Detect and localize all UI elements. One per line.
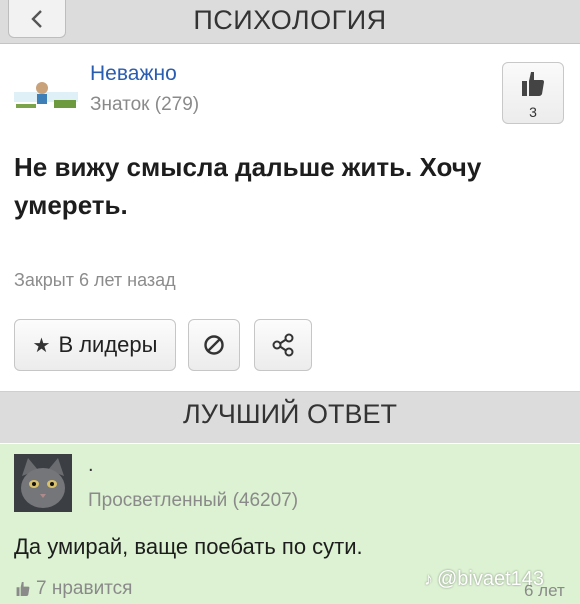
like-count: 3 (529, 104, 537, 120)
answer-author-name[interactable]: . (88, 454, 94, 477)
star-icon: ★ (32, 334, 51, 357)
answer-like-button[interactable]: 7 нравится (16, 578, 132, 600)
question-text: Не вижу смысла дальше жить. Хочу умереть… (14, 152, 482, 220)
watermark: ♪ @bivaet143 (424, 568, 544, 591)
best-answer-header: ЛУЧШИЙ ОТВЕТ (0, 391, 580, 443)
answer-author-avatar[interactable] (14, 454, 72, 512)
share-icon (272, 333, 294, 357)
tiktok-icon: ♪ (424, 569, 433, 589)
answer-author-rank: Просветленный (46207) (88, 490, 299, 511)
best-answer: . Просветленный (46207) Да умирай, ваще … (0, 444, 580, 604)
share-button[interactable] (254, 319, 312, 371)
best-answer-title: ЛУЧШИЙ ОТВЕТ (183, 399, 397, 429)
top-bar: ПСИХОЛОГИЯ (0, 0, 580, 44)
like-button[interactable]: 3 (502, 62, 564, 124)
author-avatar[interactable] (14, 58, 78, 120)
question-status: Закрыт 6 лет назад (14, 270, 176, 290)
page-title: ПСИХОЛОГИЯ (193, 5, 387, 35)
author-rank: Знаток (279) (90, 94, 200, 115)
to-leaders-button[interactable]: ★ В лидеры (14, 319, 176, 371)
author-name[interactable]: Неважно (90, 62, 177, 86)
block-button[interactable] (188, 319, 240, 371)
block-icon (204, 335, 224, 355)
to-leaders-label: В лидеры (58, 332, 158, 357)
answer-likes-label: 7 нравится (36, 578, 133, 599)
answer-text: Да умирай, ваще поебать по сути. (14, 534, 363, 559)
thumbs-up-icon (16, 582, 30, 596)
watermark-text: @bivaet143 (437, 568, 545, 590)
thumbs-up-icon (522, 72, 544, 96)
